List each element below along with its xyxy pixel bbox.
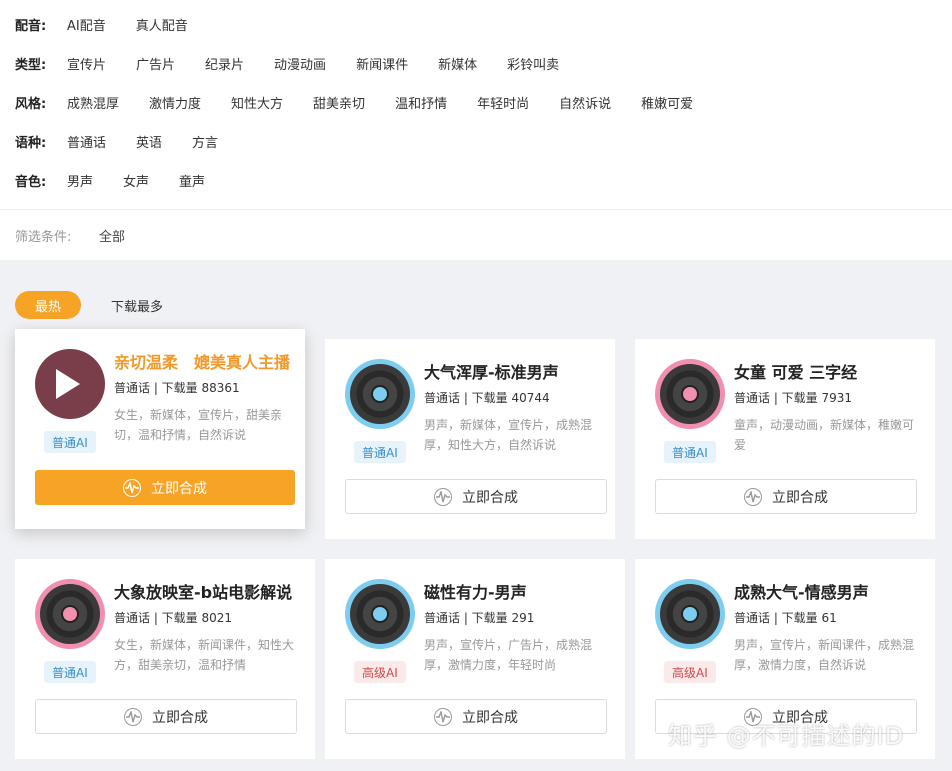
condition-label: 筛选条件: xyxy=(15,229,72,245)
filter-row-timbre: 音色: 男声 女声 童声 xyxy=(15,169,235,191)
filter-label: 语种: xyxy=(15,135,47,151)
synthesize-label: 立即合成 xyxy=(462,709,518,726)
synthesize-label: 立即合成 xyxy=(151,480,207,497)
filter-row-style: 风格: 成熟混厚 激情力度 知性大方 甜美亲切 温和抒情 年轻时尚 自然诉说 稚… xyxy=(15,91,723,113)
filter-label: 类型: xyxy=(15,57,47,73)
synthesize-button[interactable]: 立即合成 xyxy=(345,479,607,514)
divider xyxy=(0,209,952,210)
voice-title[interactable]: 磁性有力-男声 xyxy=(424,579,614,603)
filter-option[interactable]: 知性大方 xyxy=(231,93,283,112)
voice-card[interactable]: 普通AI 女童 可爱 三字经 普通话 | 下载量 7931 童声，动漫动画，新媒… xyxy=(635,339,935,539)
filter-option[interactable]: 彩铃叫卖 xyxy=(507,54,559,73)
tier-badge: 高级AI xyxy=(664,661,716,683)
filter-option[interactable]: 新媒体 xyxy=(438,54,477,73)
voice-meta: 普通话 | 下载量 8021 xyxy=(114,611,233,625)
filter-label: 风格: xyxy=(15,96,47,112)
voice-meta: 普通话 | 下载量 61 xyxy=(734,611,837,625)
voice-title[interactable]: 大象放映室-b站电影解说 xyxy=(114,579,304,603)
filter-option[interactable]: 成熟混厚 xyxy=(67,93,119,112)
play-disc-icon[interactable] xyxy=(35,349,105,419)
filter-condition: 筛选条件: 全部 xyxy=(15,224,125,246)
waveform-icon xyxy=(434,487,452,506)
filter-option[interactable]: 自然诉说 xyxy=(559,93,611,112)
sort-downloads-tab[interactable]: 下载最多 xyxy=(91,291,183,319)
filter-option[interactable]: 童声 xyxy=(179,171,205,190)
vinyl-disc-icon[interactable] xyxy=(35,579,105,649)
voice-tags: 男声，宣传片，新闻课件，成熟混厚，激情力度，自然诉说 xyxy=(734,638,915,672)
vinyl-disc-icon[interactable] xyxy=(345,579,415,649)
voice-meta: 普通话 | 下载量 291 xyxy=(424,611,535,625)
synthesize-label: 立即合成 xyxy=(772,489,828,506)
filter-row-dubbing: 配音: AI配音 真人配音 xyxy=(15,13,218,35)
condition-value[interactable]: 全部 xyxy=(99,226,125,245)
voice-card[interactable]: 普通AI 亲切温柔 媲美真人主播 普通话 | 下载量 88361 女生，新媒体，… xyxy=(15,329,305,529)
filter-option[interactable]: 英语 xyxy=(136,132,162,151)
voice-tags: 童声，动漫动画，新媒体，稚嫩可爱 xyxy=(734,418,915,452)
filter-label: 音色: xyxy=(15,174,47,190)
waveform-icon xyxy=(123,478,141,497)
filter-option[interactable]: 甜美亲切 xyxy=(313,93,365,112)
filter-option-ai[interactable]: AI配音 xyxy=(67,15,106,34)
synthesize-button[interactable]: 立即合成 xyxy=(35,699,297,734)
tier-badge: 普通AI xyxy=(44,661,96,683)
voice-tags: 男声，新媒体，宣传片，成熟混厚，知性大方，自然诉说 xyxy=(424,418,593,452)
filter-option[interactable]: 温和抒情 xyxy=(395,93,447,112)
filter-option[interactable]: 新闻课件 xyxy=(356,54,408,73)
filter-label: 配音: xyxy=(15,18,47,34)
sort-tabs: 最热 下载最多 xyxy=(15,291,183,319)
tier-badge: 普通AI xyxy=(354,441,406,463)
filter-option[interactable]: 动漫动画 xyxy=(274,54,326,73)
filter-option[interactable]: 激情力度 xyxy=(149,93,201,112)
filter-option[interactable]: 宣传片 xyxy=(67,54,106,73)
voice-card[interactable]: 普通AI 大气浑厚-标准男声 普通话 | 下载量 40744 男声，新媒体，宣传… xyxy=(325,339,615,539)
voice-title[interactable]: 女童 可爱 三字经 xyxy=(734,359,924,383)
voice-meta: 普通话 | 下载量 88361 xyxy=(114,381,240,395)
voice-meta: 普通话 | 下载量 40744 xyxy=(424,391,550,405)
vinyl-disc-icon[interactable] xyxy=(655,359,725,429)
filter-option[interactable]: 普通话 xyxy=(67,132,106,151)
voice-card[interactable]: 普通AI 大象放映室-b站电影解说 普通话 | 下载量 8021 女生，新媒体，… xyxy=(15,559,315,759)
filter-option[interactable]: 女声 xyxy=(123,171,149,190)
filter-option[interactable]: 方言 xyxy=(192,132,218,151)
synthesize-label: 立即合成 xyxy=(462,489,518,506)
waveform-icon xyxy=(124,707,142,726)
watermark: 知乎 @不可描述的ID xyxy=(668,722,905,750)
synthesize-button[interactable]: 立即合成 xyxy=(655,479,917,514)
filter-option-human[interactable]: 真人配音 xyxy=(136,15,188,34)
filter-option[interactable]: 广告片 xyxy=(136,54,175,73)
waveform-icon xyxy=(434,707,452,726)
sort-hot-tab[interactable]: 最热 xyxy=(15,291,82,319)
filter-row-type: 类型: 宣传片 广告片 纪录片 动漫动画 新闻课件 新媒体 彩铃叫卖 xyxy=(15,52,589,74)
tier-badge: 普通AI xyxy=(664,441,716,463)
voice-tags: 女生，新媒体，新闻课件，知性大方，甜美亲切，温和抒情 xyxy=(114,638,295,672)
filter-option[interactable]: 男声 xyxy=(67,171,93,190)
voice-title[interactable]: 大气浑厚-标准男声 xyxy=(424,359,614,383)
voice-meta: 普通话 | 下载量 7931 xyxy=(734,391,853,405)
vinyl-disc-icon[interactable] xyxy=(655,579,725,649)
synthesize-label: 立即合成 xyxy=(152,709,208,726)
tier-badge: 普通AI xyxy=(44,431,96,453)
filter-option[interactable]: 稚嫩可爱 xyxy=(641,93,693,112)
filter-row-language: 语种: 普通话 英语 方言 xyxy=(15,130,248,152)
play-icon xyxy=(56,369,80,399)
vinyl-disc-icon[interactable] xyxy=(345,359,415,429)
voice-tags: 女生，新媒体，宣传片，甜美亲切，温和抒情，自然诉说 xyxy=(114,408,283,442)
tier-badge: 高级AI xyxy=(354,661,406,683)
filter-panel: 配音: AI配音 真人配音 类型: 宣传片 广告片 纪录片 动漫动画 新闻课件 … xyxy=(0,0,952,260)
synthesize-button[interactable]: 立即合成 xyxy=(345,699,607,734)
voice-title[interactable]: 亲切温柔 媲美真人主播 xyxy=(114,349,304,373)
filter-option[interactable]: 年轻时尚 xyxy=(477,93,529,112)
voice-tags: 男声，宣传片，广告片，成熟混厚，激情力度，年轻时尚 xyxy=(424,638,593,672)
voice-title[interactable]: 成熟大气-情感男声 xyxy=(734,579,924,603)
filter-option[interactable]: 纪录片 xyxy=(205,54,244,73)
synthesize-button[interactable]: 立即合成 xyxy=(35,470,295,505)
waveform-icon xyxy=(744,487,762,506)
voice-card[interactable]: 高级AI 磁性有力-男声 普通话 | 下载量 291 男声，宣传片，广告片，成熟… xyxy=(325,559,625,759)
